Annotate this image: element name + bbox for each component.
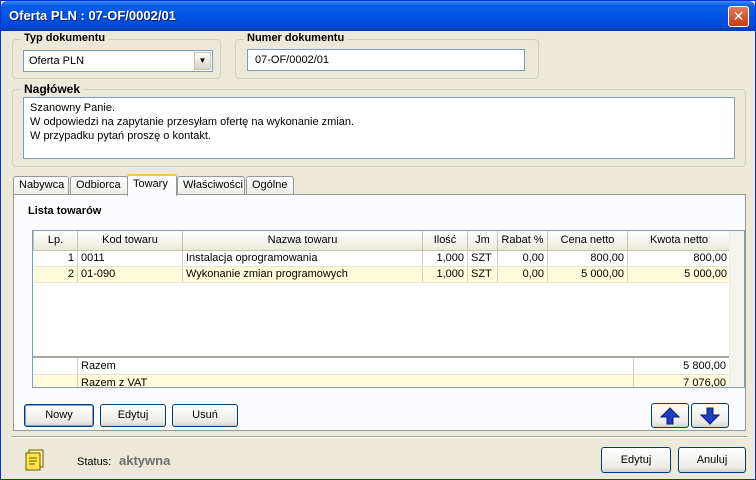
doc-type-group: Typ dokumentu Oferta PLN ▼ (12, 32, 221, 79)
cell-unit: SZT (467, 266, 498, 283)
tab-odbiorca[interactable]: Odbiorca (70, 176, 128, 195)
tab-wlasciwosci[interactable]: Właściwości (177, 176, 245, 195)
arrow-up-icon (659, 407, 681, 425)
edit-item-button[interactable]: Edytuj (100, 404, 166, 427)
cell-price: 800,00 (547, 250, 628, 267)
cell-code: 01-090 (77, 266, 183, 283)
items-header-row: Lp. Kod towaru Nazwa towaru Ilość Jm Rab… (33, 231, 731, 251)
cell-qty: 1,000 (422, 266, 468, 283)
items-list-title: Lista towarów (28, 205, 102, 217)
table-row[interactable]: 1 0011 Instalacja oprogramowania 1,000 S… (33, 250, 731, 267)
column-header[interactable]: Rabat % (497, 231, 548, 251)
items-table: Lp. Kod towaru Nazwa towaru Ilość Jm Rab… (33, 231, 731, 283)
table-row[interactable]: 2 01-090 Wykonanie zmian programowych 1,… (33, 266, 731, 283)
total-value-cell: 7 076,00 (633, 375, 730, 388)
doc-type-legend: Typ dokumentu (21, 32, 109, 44)
cell-price: 5 000,00 (547, 266, 628, 283)
new-item-button[interactable]: Nowy (24, 404, 94, 427)
dialog-window: Oferta PLN : 07-OF/0002/01 ✕ Typ dokumen… (0, 0, 756, 480)
edit-button[interactable]: Edytuj (601, 447, 671, 473)
totals-section: Razem 5 800,00 Razem z VAT 7 076,00 (33, 356, 730, 388)
chevron-down-icon[interactable]: ▼ (194, 52, 211, 70)
cell-name: Instalacja oprogramowania (182, 250, 423, 267)
window-title: Oferta PLN : 07-OF/0002/01 (9, 8, 176, 23)
cell-amount: 5 000,00 (627, 266, 731, 283)
column-header[interactable]: Cena netto (547, 231, 628, 251)
column-header[interactable]: Kwota netto (627, 231, 731, 251)
status-value: aktywna (119, 453, 171, 468)
column-header[interactable]: Kod towaru (77, 231, 183, 251)
document-icon (23, 448, 49, 475)
move-up-button[interactable] (651, 403, 689, 428)
footer-separator (11, 436, 747, 438)
doc-number-value: 07-OF/0002/01 (255, 54, 329, 66)
total-label-cell (77, 375, 633, 387)
header-line: Szanowny Panie. (30, 102, 115, 114)
tab-towary[interactable]: Towary (127, 174, 177, 196)
tab-ogolne[interactable]: Ogólne (246, 176, 294, 195)
cancel-button[interactable]: Anuluj (678, 447, 746, 473)
cell-qty: 1,000 (422, 250, 468, 267)
cell-unit: SZT (467, 250, 498, 267)
doc-type-select[interactable]: Oferta PLN ▼ (23, 50, 213, 72)
status-label: Status: (77, 456, 112, 468)
header-line: W przypadku pytań proszę o kontakt. (30, 130, 211, 142)
total-label: Razem (81, 360, 116, 372)
header-legend: Nagłówek (21, 82, 84, 96)
doc-type-value: Oferta PLN (29, 55, 85, 67)
cell-lp: 2 (33, 266, 78, 283)
column-header[interactable]: Jm (467, 231, 498, 251)
cell-lp: 1 (33, 250, 78, 267)
close-button[interactable]: ✕ (728, 6, 749, 27)
total-value: 7 076,00 (683, 377, 726, 388)
cell-name: Wykonanie zmian programowych (182, 266, 423, 283)
header-line: W odpowiedzi na zapytanie przesyłam ofer… (30, 116, 355, 128)
doc-number-group: Numer dokumentu 07-OF/0002/01 (235, 32, 539, 79)
column-header[interactable]: Lp. (33, 231, 78, 251)
cell-discount: 0,00 (497, 266, 548, 283)
column-header[interactable]: Ilość (422, 231, 468, 251)
vertical-scrollbar[interactable] (729, 231, 744, 387)
cell-code: 0011 (77, 250, 183, 267)
column-header[interactable]: Nazwa towaru (182, 231, 423, 251)
total-row-gross: Razem z VAT 7 076,00 (33, 375, 730, 388)
total-value-cell: 5 800,00 (633, 358, 730, 375)
total-label-cell (77, 358, 633, 375)
cell-discount: 0,00 (497, 250, 548, 267)
title-bar[interactable]: Oferta PLN : 07-OF/0002/01 ✕ (1, 1, 755, 31)
doc-number-field[interactable]: 07-OF/0002/01 (247, 49, 525, 71)
items-grid[interactable]: Lp. Kod towaru Nazwa towaru Ilość Jm Rab… (32, 230, 745, 388)
doc-number-legend: Numer dokumentu (244, 32, 348, 44)
move-down-button[interactable] (691, 403, 729, 428)
header-group: Nagłówek Szanowny Panie. W odpowiedzi na… (12, 82, 746, 167)
total-value: 5 800,00 (683, 360, 726, 372)
arrow-down-icon (699, 407, 721, 425)
cell-amount: 800,00 (627, 250, 731, 267)
tab-nabywca[interactable]: Nabywca (13, 176, 69, 195)
header-textarea[interactable]: Szanowny Panie. W odpowiedzi na zapytani… (23, 97, 735, 159)
tab-panel-towary: Lista towarów Lp. Kod towaru Nazwa towar… (13, 194, 746, 431)
total-row-net: Razem 5 800,00 (33, 358, 730, 375)
delete-item-button[interactable]: Usuń (172, 404, 238, 427)
total-label: Razem z VAT (81, 377, 148, 388)
